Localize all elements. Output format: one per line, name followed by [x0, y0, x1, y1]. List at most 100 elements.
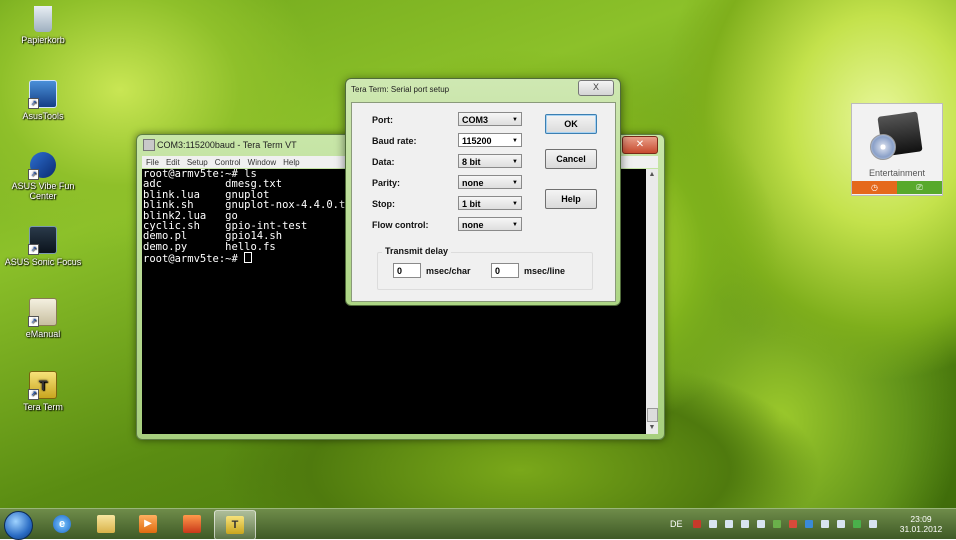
tera-term-icon: T ↗: [28, 371, 57, 400]
recycle-bin-icon: [34, 6, 52, 32]
port-label: Port:: [372, 115, 393, 125]
dialog-close-button[interactable]: X: [578, 80, 614, 96]
msec-char-input[interactable]: 0: [393, 263, 421, 278]
volume-icon[interactable]: [757, 520, 765, 528]
baud-rate-combo[interactable]: 115200 ▼: [458, 133, 522, 147]
data-bits-select[interactable]: 8 bit ▼: [458, 154, 522, 168]
desktop-icon-label: ASUS Vibe Fun Center: [11, 181, 75, 201]
action-center-icon[interactable]: [693, 520, 701, 528]
chevron-down-icon: ▼: [512, 117, 518, 123]
menu-control[interactable]: Control: [215, 157, 241, 169]
chevron-down-icon: ▼: [512, 159, 518, 165]
entertainment-gadget[interactable]: Entertainment ◷ ⎚: [851, 103, 943, 196]
taskbar-tera-term[interactable]: T: [214, 510, 256, 540]
scroll-up-icon[interactable]: ▲: [646, 169, 658, 181]
desktop-icon-asustools[interactable]: ↗ AsusTools: [0, 80, 86, 121]
chevron-down-icon: ▼: [512, 222, 518, 228]
stop-bits-select[interactable]: 1 bit ▼: [458, 196, 522, 210]
desktop-icon-asus-sonic-focus[interactable]: ↗ ASUS Sonic Focus: [0, 226, 86, 267]
clock-icon: ◷: [871, 183, 878, 192]
keyboard-tray-icon[interactable]: [869, 520, 877, 528]
port-select[interactable]: COM3 ▼: [458, 112, 522, 126]
menu-setup[interactable]: Setup: [187, 157, 208, 169]
taskbar-app[interactable]: [172, 510, 212, 538]
desktop-icon-label: Tera Term: [23, 402, 63, 412]
desktop-icon-label: eManual: [25, 329, 61, 339]
stop-bits-value: 1 bit: [462, 199, 481, 209]
start-button[interactable]: [4, 511, 33, 540]
wireless-tray-icon[interactable]: [853, 520, 861, 528]
chevron-down-icon: ▼: [512, 201, 518, 207]
gadget-clock-button[interactable]: ◷: [852, 181, 897, 194]
parity-label: Parity:: [372, 178, 401, 188]
flow-control-value: none: [462, 220, 484, 230]
flow-control-select[interactable]: none ▼: [458, 217, 522, 231]
battery-icon[interactable]: [709, 520, 717, 528]
flow-control-label: Flow control:: [372, 220, 429, 230]
clock-time: 23:09: [910, 514, 932, 524]
data-label: Data:: [372, 157, 395, 167]
parity-value: none: [462, 178, 484, 188]
desktop-icon-tera-term[interactable]: T ↗ Tera Term: [0, 371, 86, 412]
parity-select[interactable]: none ▼: [458, 175, 522, 189]
shortcut-arrow-icon: ↗: [28, 244, 39, 255]
close-button[interactable]: ✕: [622, 136, 658, 154]
taskbar-internet-explorer[interactable]: e: [42, 510, 82, 538]
folder-icon: [97, 515, 115, 533]
monitor-tray-icon[interactable]: [837, 520, 845, 528]
scroll-thumb[interactable]: [647, 408, 658, 422]
text-cursor: [244, 252, 253, 264]
disc-icon: [870, 134, 896, 160]
internet-explorer-icon: e: [53, 515, 71, 533]
asus-vibe-icon: ↗: [28, 152, 56, 180]
shortcut-arrow-icon: ↗: [28, 316, 39, 327]
network-icon[interactable]: [741, 520, 749, 528]
transmit-delay-title: Transmit delay: [382, 246, 452, 256]
taskbar: e ▶ T DE 23:09 31.01.2012: [0, 508, 956, 540]
menu-file[interactable]: File: [146, 157, 159, 169]
display-tray-icon[interactable]: [821, 520, 829, 528]
asustools-icon: ↗: [28, 80, 57, 109]
desktop-icon-label: ASUS Sonic Focus: [4, 257, 82, 267]
desktop-icon-label: Papierkorb: [21, 35, 65, 45]
desktop-icon-label: AsusTools: [22, 111, 64, 121]
dialog-title: Tera Term: Serial port setup: [351, 85, 450, 94]
menu-edit[interactable]: Edit: [166, 157, 180, 169]
desktop-icon-asus-vibe[interactable]: ↗ ASUS Vibe Fun Center: [0, 152, 86, 201]
emanual-icon: ↗: [28, 298, 57, 327]
terminal-prompt: root@armv5te:~#: [143, 253, 245, 266]
ok-button[interactable]: OK: [545, 114, 597, 134]
sonic-focus-icon: ↗: [28, 226, 57, 255]
taskbar-media-player[interactable]: ▶: [128, 510, 168, 538]
asus-tray-icon[interactable]: [805, 520, 813, 528]
media-player-icon: ▶: [139, 515, 157, 533]
desktop-icon-emanual[interactable]: ↗ eManual: [0, 298, 86, 339]
msec-char-unit: msec/char: [426, 266, 471, 276]
serial-port-setup-dialog: Tera Term: Serial port setup X Port: COM…: [345, 78, 621, 306]
msec-line-unit: msec/line: [524, 266, 566, 276]
msec-line-input[interactable]: 0: [491, 263, 519, 278]
desktop-icon-recycle-bin[interactable]: Papierkorb: [0, 6, 86, 45]
port-value: COM3: [462, 115, 489, 125]
taskbar-clock[interactable]: 23:09 31.01.2012: [896, 514, 946, 534]
window-title: COM3:115200baud - Tera Term VT: [157, 140, 297, 150]
vertical-scrollbar[interactable]: ▲ ▼: [646, 169, 658, 434]
stop-label: Stop:: [372, 199, 395, 209]
menu-window[interactable]: Window: [248, 157, 276, 169]
dialog-body: Port: COM3 ▼ Baud rate: 115200 ▼ Data: 8 b…: [351, 102, 616, 302]
menu-help[interactable]: Help: [283, 157, 299, 169]
tera-term-app-icon[interactable]: [143, 139, 155, 151]
taskbar-explorer[interactable]: [86, 510, 126, 538]
speaker-icon[interactable]: [789, 520, 797, 528]
data-bits-value: 8 bit: [462, 157, 481, 167]
tray-app-icon[interactable]: [773, 520, 781, 528]
tera-term-icon: T: [226, 516, 244, 534]
signal-icon[interactable]: [725, 520, 733, 528]
gadget-label: Entertainment: [868, 168, 926, 178]
close-icon: ✕: [635, 139, 645, 150]
cancel-button[interactable]: Cancel: [545, 149, 597, 169]
help-button[interactable]: Help: [545, 189, 597, 209]
gadget-display-button[interactable]: ⎚: [897, 181, 942, 194]
language-indicator[interactable]: DE: [670, 519, 683, 529]
scroll-down-icon[interactable]: ▼: [646, 422, 658, 434]
